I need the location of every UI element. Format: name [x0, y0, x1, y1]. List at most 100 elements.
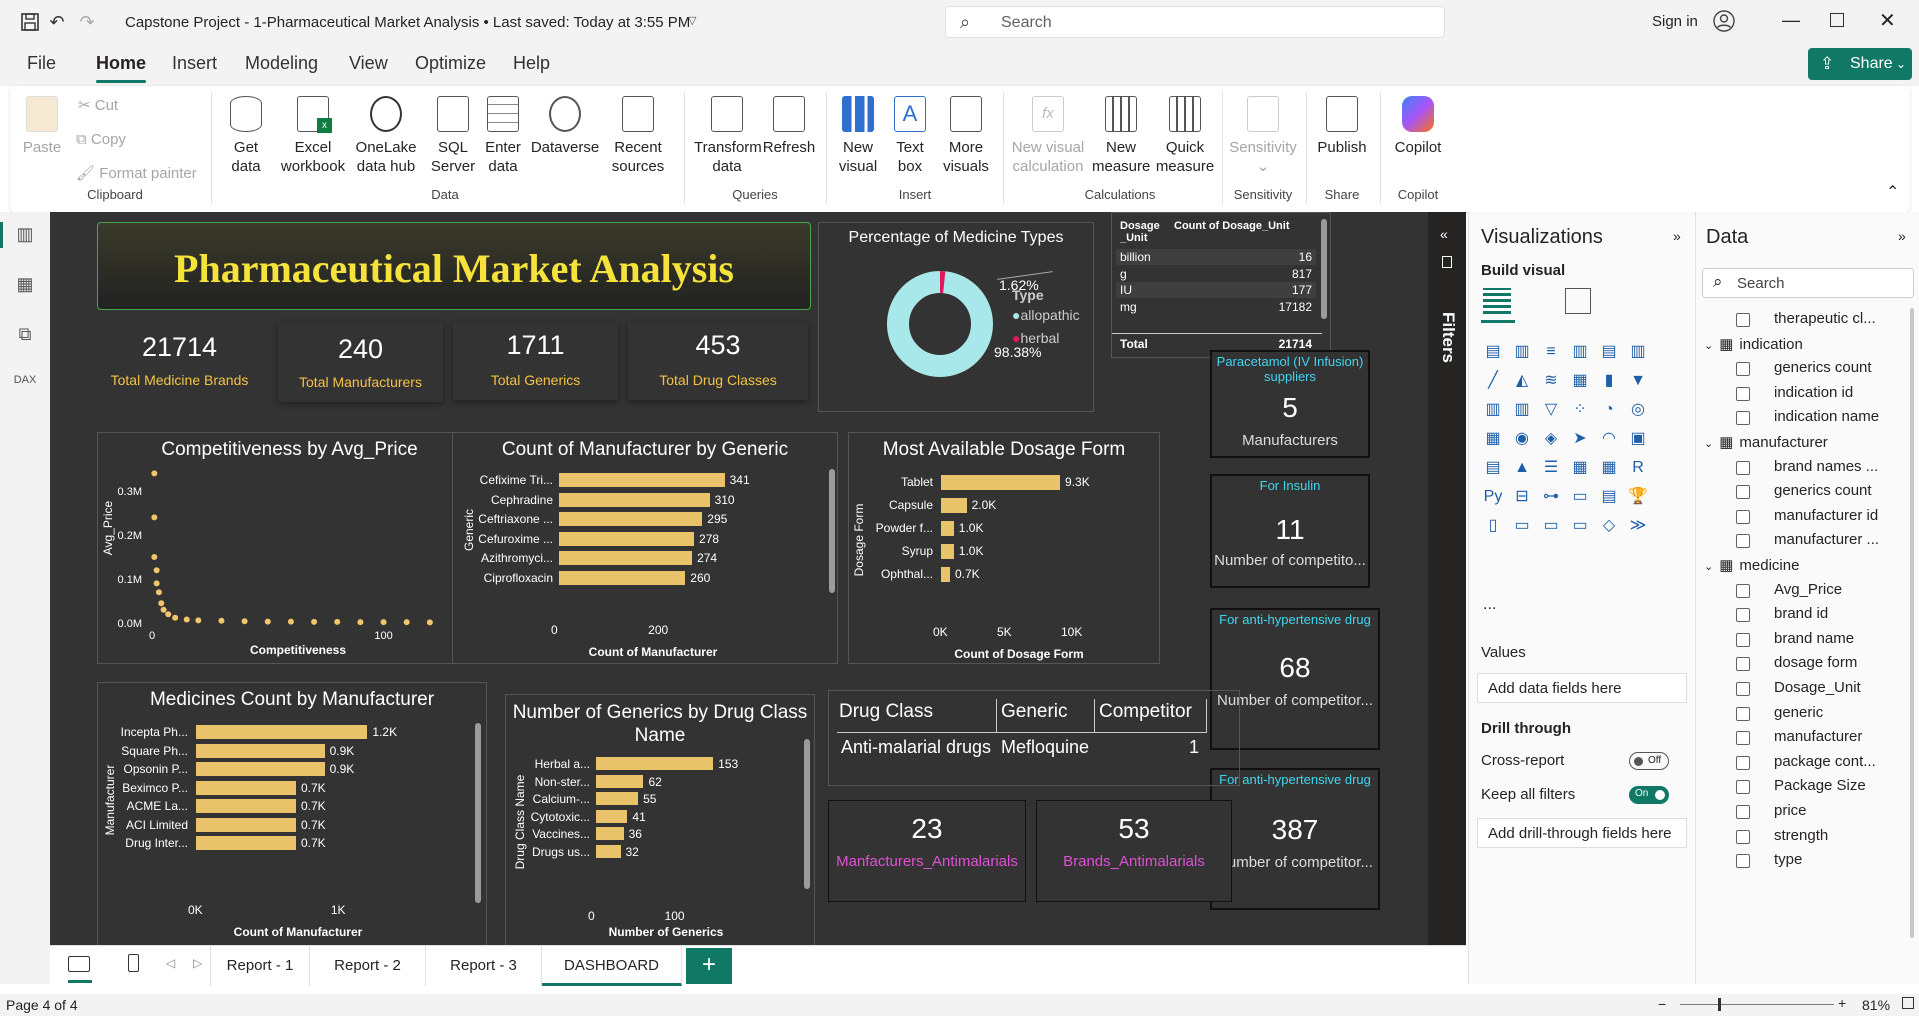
bar[interactable]	[559, 551, 693, 565]
scatter-point[interactable]	[380, 619, 387, 626]
bar[interactable]	[596, 809, 628, 823]
avatar-icon[interactable]	[1713, 10, 1735, 35]
field-checkbox[interactable]	[1736, 583, 1750, 598]
table-row[interactable]: g 817	[1116, 265, 1316, 282]
bar[interactable]	[196, 780, 296, 795]
collapse-ribbon-icon[interactable]: ⌃	[1886, 182, 1899, 202]
field-name[interactable]: price	[1774, 802, 1908, 819]
previous-page-icon[interactable]: ◁	[166, 956, 175, 970]
bar[interactable]	[196, 817, 296, 832]
waterfall-icon[interactable]: ▮	[1597, 369, 1621, 393]
funnel-chart-icon[interactable]: ▽	[1539, 398, 1563, 422]
100-bar-icon[interactable]: ▤	[1597, 340, 1621, 364]
kpi-icon[interactable]: ▲	[1510, 456, 1534, 480]
scatter-point[interactable]	[160, 606, 167, 613]
field-checkbox[interactable]	[1736, 706, 1750, 721]
line-chart-icon[interactable]: ╱	[1481, 369, 1505, 393]
manufacturer-bar-chart-card[interactable]: Medicines Count by Manufacturer Incepta …	[97, 682, 487, 946]
menu-view[interactable]: View	[349, 53, 388, 74]
bar[interactable]	[596, 774, 644, 788]
funnel-icon[interactable]: ▼	[1626, 369, 1650, 393]
bar[interactable]	[196, 836, 296, 850]
r-script-icon[interactable]: R	[1626, 456, 1650, 480]
field-checkbox[interactable]	[1736, 657, 1750, 672]
add-drill-through-well[interactable]: Add drill-through fields here	[1477, 818, 1687, 848]
field-name[interactable]: Dosage_Unit	[1774, 679, 1908, 696]
field-name[interactable]: strength	[1774, 827, 1908, 844]
zoom-in-icon[interactable]: +	[1838, 995, 1846, 1011]
gauge-icon[interactable]: ◠	[1597, 427, 1621, 451]
scatter-point[interactable]	[151, 514, 158, 521]
scatter-icon[interactable]: ⁘	[1568, 398, 1592, 422]
dosage-unit-table[interactable]: Dosage _Unit Count of Dosage_Unit billio…	[1111, 212, 1331, 358]
bar[interactable]	[559, 512, 703, 526]
field-name[interactable]: indication name	[1774, 408, 1908, 425]
menu-modeling[interactable]: Modeling	[245, 53, 318, 74]
bar[interactable]	[941, 544, 954, 559]
dosage-form-bar-chart-card[interactable]: Most Available Dosage Form Tablet 9.3K Cap…	[848, 432, 1160, 664]
menu-help[interactable]: Help	[513, 53, 550, 74]
zoom-out-icon[interactable]: −	[1658, 996, 1666, 1012]
table-header[interactable]: Drug Class	[837, 699, 997, 733]
card-brands-antimalarials[interactable]: 53 Brands_Antimalarials	[1036, 800, 1232, 902]
scatter-point[interactable]	[334, 618, 341, 625]
scrollbar[interactable]	[1321, 219, 1327, 319]
zoom-slider[interactable]	[1680, 1004, 1834, 1005]
scatter-point[interactable]	[153, 580, 160, 587]
field-name[interactable]: package cont...	[1774, 753, 1908, 770]
format-painter-button[interactable]: 🖌 Format painter	[76, 164, 197, 183]
report-view-icon[interactable]: ▥	[12, 224, 38, 246]
field-name[interactable]: brand names ...	[1774, 458, 1908, 475]
field-name[interactable]: generics count	[1774, 359, 1908, 376]
bar[interactable]	[559, 492, 710, 507]
field-checkbox[interactable]	[1736, 313, 1750, 327]
chevron-left-icon[interactable]: «	[1440, 226, 1448, 242]
cross-report-toggle[interactable]: Off	[1629, 752, 1669, 770]
area-chart-icon[interactable]: ◭	[1510, 369, 1534, 393]
clustered-bar-icon[interactable]: ≡	[1539, 340, 1563, 364]
card-anti-hypertensive-2[interactable]: For anti-hypertensive drug 387 Number of…	[1210, 768, 1380, 910]
bar[interactable]	[596, 844, 621, 858]
field-name[interactable]: dosage form	[1774, 654, 1908, 671]
bar[interactable]	[596, 827, 624, 840]
tab-dashboard[interactable]: DASHBOARD	[542, 946, 682, 986]
copy-button[interactable]: ⧉ Copy	[76, 130, 126, 149]
field-name[interactable]: indication id	[1774, 384, 1908, 401]
build-visual-icon[interactable]	[1483, 288, 1511, 314]
copilot-button[interactable]: Copilot	[1388, 96, 1448, 157]
sensitivity-button[interactable]: Sensitivity ⌄	[1228, 96, 1298, 176]
maximize-icon[interactable]	[1830, 13, 1844, 27]
field-name[interactable]: Avg_Price	[1774, 581, 1908, 598]
field-checkbox[interactable]	[1736, 780, 1750, 795]
refresh-button[interactable]: Refresh	[762, 96, 816, 157]
bar[interactable]	[196, 799, 296, 813]
menu-home[interactable]: Home	[96, 53, 147, 83]
scatter-point[interactable]	[151, 470, 158, 477]
scatter-chart-card[interactable]: Competitiveness by Avg_Price 0.3M 0.2M 0.1…	[97, 432, 482, 664]
power-apps-icon[interactable]: ▭	[1568, 514, 1592, 538]
table-node[interactable]: ⌄ ▦ indication	[1704, 335, 1803, 353]
kpi-card-manufacturers[interactable]: 240 Total Manufacturers	[278, 322, 443, 402]
field-name[interactable]: manufacturer	[1774, 728, 1908, 745]
dataverse-button[interactable]: Dataverse	[530, 96, 600, 157]
tab-report-2[interactable]: Report - 2	[310, 946, 426, 986]
table-row[interactable]: billion 16	[1116, 249, 1316, 265]
excel-workbook-button[interactable]: x Excel workbook	[280, 96, 346, 176]
field-name[interactable]: brand name	[1774, 630, 1908, 647]
ribbon-chart-icon[interactable]: ▦	[1568, 369, 1592, 393]
format-visual-icon[interactable]	[1565, 288, 1591, 314]
save-icon[interactable]	[19, 11, 41, 33]
field-name[interactable]: brand id	[1774, 605, 1908, 622]
keep-filters-toggle[interactable]: On	[1629, 786, 1669, 804]
kpi-card-brands[interactable]: 21714 Total Medicine Brands	[97, 322, 262, 400]
scatter-point[interactable]	[165, 611, 172, 618]
line-stacked-icon[interactable]: ▥	[1510, 398, 1534, 422]
undo-icon[interactable]: ↶	[46, 11, 68, 33]
get-data-button[interactable]: Get data	[222, 96, 270, 176]
smart-narrative-icon[interactable]: ▤	[1597, 485, 1621, 509]
field-checkbox[interactable]	[1736, 805, 1750, 819]
scrollbar[interactable]	[804, 739, 810, 889]
narrative-icon[interactable]: ≫	[1626, 514, 1650, 538]
field-checkbox[interactable]	[1736, 534, 1750, 549]
fit-to-page-icon[interactable]	[1902, 997, 1914, 1009]
